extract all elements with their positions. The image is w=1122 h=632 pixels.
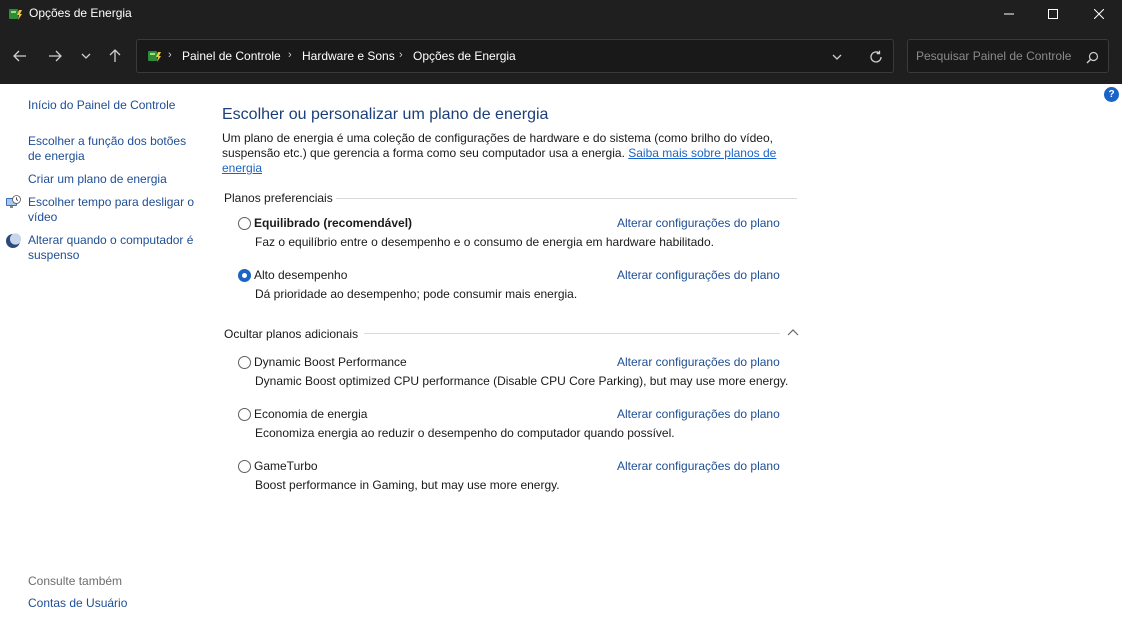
help-icon[interactable]: ?: [1104, 87, 1119, 102]
plan-description-dynamic-boost: Dynamic Boost optimized CPU performance …: [255, 374, 789, 388]
see-also-user-accounts[interactable]: Contas de Usuário: [28, 596, 198, 611]
radio-plan-balanced[interactable]: [238, 217, 251, 230]
close-button[interactable]: [1076, 0, 1122, 28]
moon-icon: [6, 233, 21, 248]
plan-description-gameturbo: Boost performance in Gaming, but may use…: [255, 478, 560, 492]
plan-name-dynamic-boost[interactable]: Dynamic Boost Performance: [254, 355, 407, 369]
breadcrumb-hardware-e-sons[interactable]: Hardware e Sons: [302, 49, 395, 63]
arrow-up-icon: [109, 49, 121, 62]
refresh-button[interactable]: [867, 48, 885, 66]
minimize-icon: [1004, 13, 1014, 15]
close-icon: [1094, 9, 1104, 19]
plan-description-balanced: Faz o equilíbrio entre o desempenho e o …: [255, 235, 714, 249]
change-plan-link-balanced[interactable]: Alterar configurações do plano: [617, 216, 780, 230]
search-button[interactable]: [1083, 48, 1101, 66]
sidebar-item-create-plan[interactable]: Criar um plano de energia: [28, 172, 198, 187]
address-bar[interactable]: › Painel de Controle › Hardware e Sons ›…: [136, 39, 894, 73]
preferred-plans-header: Planos preferenciais: [224, 191, 333, 205]
change-plan-link-dynamic-boost[interactable]: Alterar configurações do plano: [617, 355, 780, 369]
up-button[interactable]: [103, 44, 127, 68]
power-options-icon: [9, 9, 22, 20]
minimize-button[interactable]: [986, 0, 1032, 28]
refresh-icon: [870, 50, 882, 63]
change-plan-link-power-saver[interactable]: Alterar configurações do plano: [617, 407, 780, 421]
radio-plan-power-saver[interactable]: [238, 408, 251, 421]
breadcrumb-separator-icon: ›: [399, 49, 403, 61]
radio-plan-dynamic-boost[interactable]: [238, 356, 251, 369]
sidebar-item-power-buttons[interactable]: Escolher a função dos botões de energia: [28, 134, 193, 164]
forward-button[interactable]: [43, 44, 67, 68]
additional-plans-header[interactable]: Ocultar planos adicionais: [224, 327, 358, 341]
change-plan-link-high-performance[interactable]: Alterar configurações do plano: [617, 268, 780, 282]
search-input[interactable]: [916, 48, 1076, 64]
radio-plan-high-performance[interactable]: [238, 269, 251, 282]
maximize-icon: [1048, 9, 1058, 19]
page-description: Um plano de energia é uma coleção de con…: [222, 131, 792, 176]
group-divider: [336, 198, 797, 199]
recent-locations-button[interactable]: [74, 44, 98, 68]
address-dropdown-button[interactable]: [829, 49, 845, 65]
sidebar-home-link[interactable]: Início do Painel de Controle: [28, 98, 198, 113]
breadcrumb-separator-icon: ›: [168, 49, 172, 61]
plan-description-high-performance: Dá prioridade ao desempenho; pode consum…: [255, 287, 578, 301]
sidebar-item-display-off[interactable]: Escolher tempo para desligar o vídeo: [28, 195, 198, 225]
plan-name-gameturbo[interactable]: GameTurbo: [254, 459, 318, 473]
maximize-button[interactable]: [1030, 0, 1076, 28]
plan-name-balanced[interactable]: Equilibrado (recomendável): [254, 216, 412, 230]
page-title: Escolher ou personalizar um plano de ene…: [222, 106, 549, 123]
arrow-right-icon: [49, 50, 62, 62]
back-button[interactable]: [8, 44, 32, 68]
plan-description-power-saver: Economiza energia ao reduzir o desempenh…: [255, 426, 675, 440]
change-plan-link-gameturbo[interactable]: Alterar configurações do plano: [617, 459, 780, 473]
navigation-bar: › Painel de Controle › Hardware e Sons ›…: [0, 28, 1122, 84]
search-box[interactable]: [907, 39, 1109, 73]
radio-plan-gameturbo[interactable]: [238, 460, 251, 473]
sidebar-item-sleep[interactable]: Alterar quando o computador é suspenso: [28, 233, 198, 263]
monitor-clock-icon: [6, 195, 21, 208]
breadcrumb-painel-de-controle[interactable]: Painel de Controle: [182, 49, 281, 63]
control-panel-icon: [148, 51, 161, 62]
plan-name-high-performance[interactable]: Alto desempenho: [254, 268, 347, 282]
window-title: Opções de Energia: [29, 6, 132, 20]
search-icon: [1086, 51, 1098, 63]
breadcrumb-opcoes-de-energia[interactable]: Opções de Energia: [413, 49, 516, 63]
group-divider: [364, 333, 780, 334]
chevron-down-icon: [832, 54, 842, 60]
chevron-down-icon: [81, 53, 91, 59]
plan-name-power-saver[interactable]: Economia de energia: [254, 407, 367, 421]
title-bar: Opções de Energia: [0, 0, 1122, 28]
breadcrumb-separator-icon: ›: [288, 49, 292, 61]
see-also-header: Consulte também: [28, 574, 123, 588]
chevron-up-icon[interactable]: [787, 327, 799, 337]
arrow-left-icon: [13, 50, 26, 62]
